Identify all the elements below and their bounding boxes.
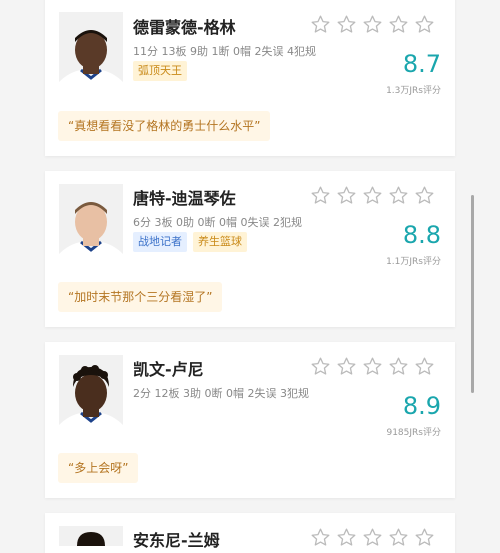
player-score: 8.9 bbox=[402, 392, 441, 420]
star-icon[interactable] bbox=[310, 185, 331, 206]
player-tags: 战地记者 养生篮球 bbox=[133, 232, 247, 252]
star-icon[interactable] bbox=[336, 14, 357, 35]
rating-stars[interactable] bbox=[310, 356, 435, 377]
player-card: 唐特-迪温琴佐 6分 3板 0助 0断 0帽 0失误 2犯规 战地记者 养生篮球… bbox=[45, 171, 455, 327]
player-score: 8.7 bbox=[402, 50, 441, 78]
rating-stars[interactable] bbox=[310, 14, 435, 35]
player-stats: 2分 12板 3助 0断 0帽 2失误 3犯规 bbox=[133, 387, 309, 400]
star-icon[interactable] bbox=[388, 527, 409, 548]
star-icon[interactable] bbox=[414, 185, 435, 206]
rating-count: 1.1万JRs评分 bbox=[386, 257, 441, 267]
player-name[interactable]: 安东尼-兰姆 bbox=[133, 527, 220, 551]
star-icon[interactable] bbox=[362, 356, 383, 377]
player-avatar bbox=[59, 12, 123, 98]
top-comment[interactable]: “多上会呀” bbox=[58, 453, 139, 483]
player-card: 德雷蒙德-格林 11分 13板 9助 1断 0帽 2失误 4犯规 弧顶天王 8.… bbox=[45, 0, 455, 156]
star-icon[interactable] bbox=[414, 356, 435, 377]
player-card: 安东尼-兰姆 bbox=[45, 513, 455, 553]
star-icon[interactable] bbox=[336, 356, 357, 377]
player-avatar bbox=[59, 526, 123, 546]
player-name[interactable]: 唐特-迪温琴佐 bbox=[133, 185, 236, 209]
player-name[interactable]: 凯文-卢尼 bbox=[133, 356, 204, 380]
star-icon[interactable] bbox=[310, 527, 331, 548]
star-icon[interactable] bbox=[388, 14, 409, 35]
star-icon[interactable] bbox=[336, 185, 357, 206]
player-score: 8.8 bbox=[402, 221, 441, 249]
player-card: 凯文-卢尼 2分 12板 3助 0断 0帽 2失误 3犯规 8.9 9185JR… bbox=[45, 342, 455, 498]
player-avatar bbox=[59, 184, 123, 270]
star-icon[interactable] bbox=[310, 356, 331, 377]
player-tag[interactable]: 弧顶天王 bbox=[133, 61, 187, 81]
star-icon[interactable] bbox=[414, 14, 435, 35]
star-icon[interactable] bbox=[336, 527, 357, 548]
rating-count: 9185JRs评分 bbox=[386, 428, 441, 438]
star-icon[interactable] bbox=[310, 14, 331, 35]
player-tags: 弧顶天王 bbox=[133, 61, 187, 81]
star-icon[interactable] bbox=[414, 527, 435, 548]
star-icon[interactable] bbox=[362, 527, 383, 548]
player-name[interactable]: 德雷蒙德-格林 bbox=[133, 14, 236, 38]
player-stats: 11分 13板 9助 1断 0帽 2失误 4犯规 bbox=[133, 45, 316, 58]
player-tag[interactable]: 养生篮球 bbox=[193, 232, 247, 252]
player-avatar bbox=[59, 355, 123, 441]
player-tag[interactable]: 战地记者 bbox=[133, 232, 187, 252]
rating-count: 1.3万JRs评分 bbox=[386, 86, 441, 96]
star-icon[interactable] bbox=[388, 356, 409, 377]
scrollbar[interactable] bbox=[471, 195, 474, 393]
rating-stars[interactable] bbox=[310, 185, 435, 206]
star-icon[interactable] bbox=[388, 185, 409, 206]
top-comment[interactable]: “真想看看没了格林的勇士什么水平” bbox=[58, 111, 271, 141]
rating-stars[interactable] bbox=[310, 527, 435, 548]
player-stats: 6分 3板 0助 0断 0帽 0失误 2犯规 bbox=[133, 216, 302, 229]
top-comment[interactable]: “加时末节那个三分看湿了” bbox=[58, 282, 223, 312]
star-icon[interactable] bbox=[362, 14, 383, 35]
star-icon[interactable] bbox=[362, 185, 383, 206]
